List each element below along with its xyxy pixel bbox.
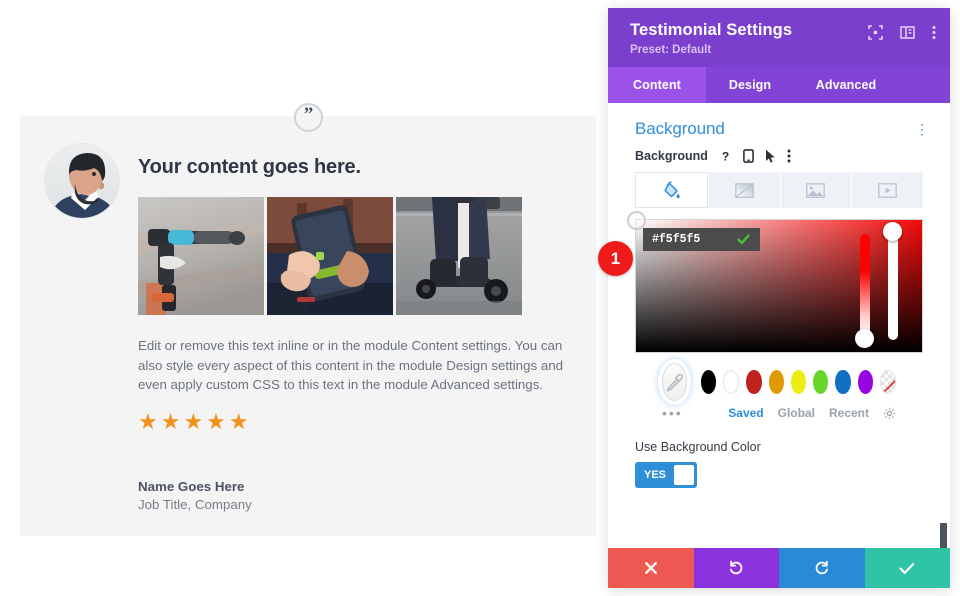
background-color-tab[interactable] [635,172,708,208]
background-type-tabs [635,172,923,208]
hex-input[interactable]: #f5f5f5 [643,228,727,251]
palette-footer: ••• Saved Global Recent [662,406,896,420]
toggle-value: YES [644,469,667,481]
saturation-area[interactable]: #f5f5f5 [627,211,923,353]
background-image-tab[interactable] [780,172,852,208]
palette-tab-saved[interactable]: Saved [728,406,763,420]
undo-button[interactable] [693,548,779,588]
eyedropper-icon[interactable] [662,363,687,401]
testimonial-author-role[interactable]: Job Title, Company [138,497,578,512]
palette-tab-recent[interactable]: Recent [829,406,869,420]
panel-scrollbar[interactable] [940,523,947,548]
testimonial-module[interactable]: Your content goes here. Edit or remove t… [20,116,596,536]
background-field-label-row: Background ? [608,139,950,163]
redo-button[interactable] [779,548,865,588]
testimonial-text[interactable]: Edit or remove this text inline or in th… [138,336,576,395]
picker-sliders [855,222,910,348]
section-options-icon[interactable]: ⋮ [915,121,930,138]
panel-tabs: Content Design Advanced [608,67,950,103]
background-gradient-tab[interactable] [708,172,780,208]
testimonial-title[interactable]: Your content goes here. [138,156,578,179]
alpha-slider[interactable] [888,234,898,340]
use-background-color-field: Use Background Color YES [635,440,923,488]
help-icon[interactable]: ? [719,149,732,164]
tab-advanced[interactable]: Advanced [794,67,898,103]
panel-action-bar [608,548,950,588]
swatch-red[interactable] [746,370,762,394]
color-picker: #f5f5f5 ••• Saved Global Recent [627,211,923,420]
swatch-more-icon[interactable]: ••• [662,406,683,420]
hover-cursor-icon[interactable] [765,149,776,163]
use-background-color-toggle[interactable]: YES [635,462,697,488]
hue-slider[interactable] [860,234,870,340]
hex-input-group: #f5f5f5 [643,228,760,251]
focus-icon[interactable] [868,25,883,40]
avatar [45,144,119,218]
gallery-image-2[interactable] [267,197,393,315]
toggle-knob [674,465,694,485]
swatch-yellow[interactable] [790,370,807,394]
palette-tab-global[interactable]: Global [778,406,815,420]
tab-design[interactable]: Design [706,67,794,103]
swatch-transparent[interactable] [880,370,897,394]
color-swatches [662,363,897,401]
layout-panel-icon[interactable] [900,25,915,40]
panel-header: Testimonial Settings Preset: Default [608,8,950,67]
swatch-orange[interactable] [768,370,784,394]
swatch-blue[interactable] [835,370,851,394]
quote-mark-icon: ” [294,103,323,132]
palette-tabs: Saved Global Recent [728,406,896,420]
svg-text:?: ? [722,150,729,164]
background-field-label: Background [635,149,708,163]
rating-stars: ★★★★★ [138,408,252,434]
tab-content[interactable]: Content [608,67,706,103]
gallery-image-1[interactable] [138,197,264,315]
background-section-header: Background ⋮ [608,103,950,139]
more-vertical-icon[interactable] [932,25,936,40]
responsive-mobile-icon[interactable] [743,149,754,163]
gear-icon[interactable] [883,407,896,420]
section-title[interactable]: Background [635,119,725,139]
check-icon[interactable] [727,228,760,251]
step-badge-1: 1 [598,241,633,276]
testimonial-author-name[interactable]: Name Goes Here [138,479,578,494]
swatch-green[interactable] [813,370,829,394]
swatch-black[interactable] [700,370,717,394]
settings-panel: Testimonial Settings Preset: Default Con… [608,8,950,588]
panel-body: Background ⋮ Background ? #f5f5f5 ••• Sa… [608,103,950,548]
alpha-slider-handle[interactable] [883,222,902,241]
page-canvas: ” Your content goes here. Edit or remove… [0,0,608,596]
swatch-white[interactable] [723,370,740,394]
testimonial-body: Your content goes here. Edit or remove t… [138,156,578,512]
save-button[interactable] [864,548,950,588]
field-options-icon[interactable] [787,149,791,163]
hue-slider-handle[interactable] [855,329,874,348]
panel-header-actions [868,25,936,40]
cancel-button[interactable] [608,548,694,588]
testimonial-image-gallery [138,197,523,315]
gallery-image-3[interactable] [396,197,522,315]
use-background-color-label: Use Background Color [635,440,761,454]
screenshot-root: ” Your content goes here. Edit or remove… [0,0,960,596]
swatch-purple[interactable] [857,370,874,394]
background-video-tab[interactable] [852,172,923,208]
panel-preset-selector[interactable]: Preset: Default [630,44,932,56]
